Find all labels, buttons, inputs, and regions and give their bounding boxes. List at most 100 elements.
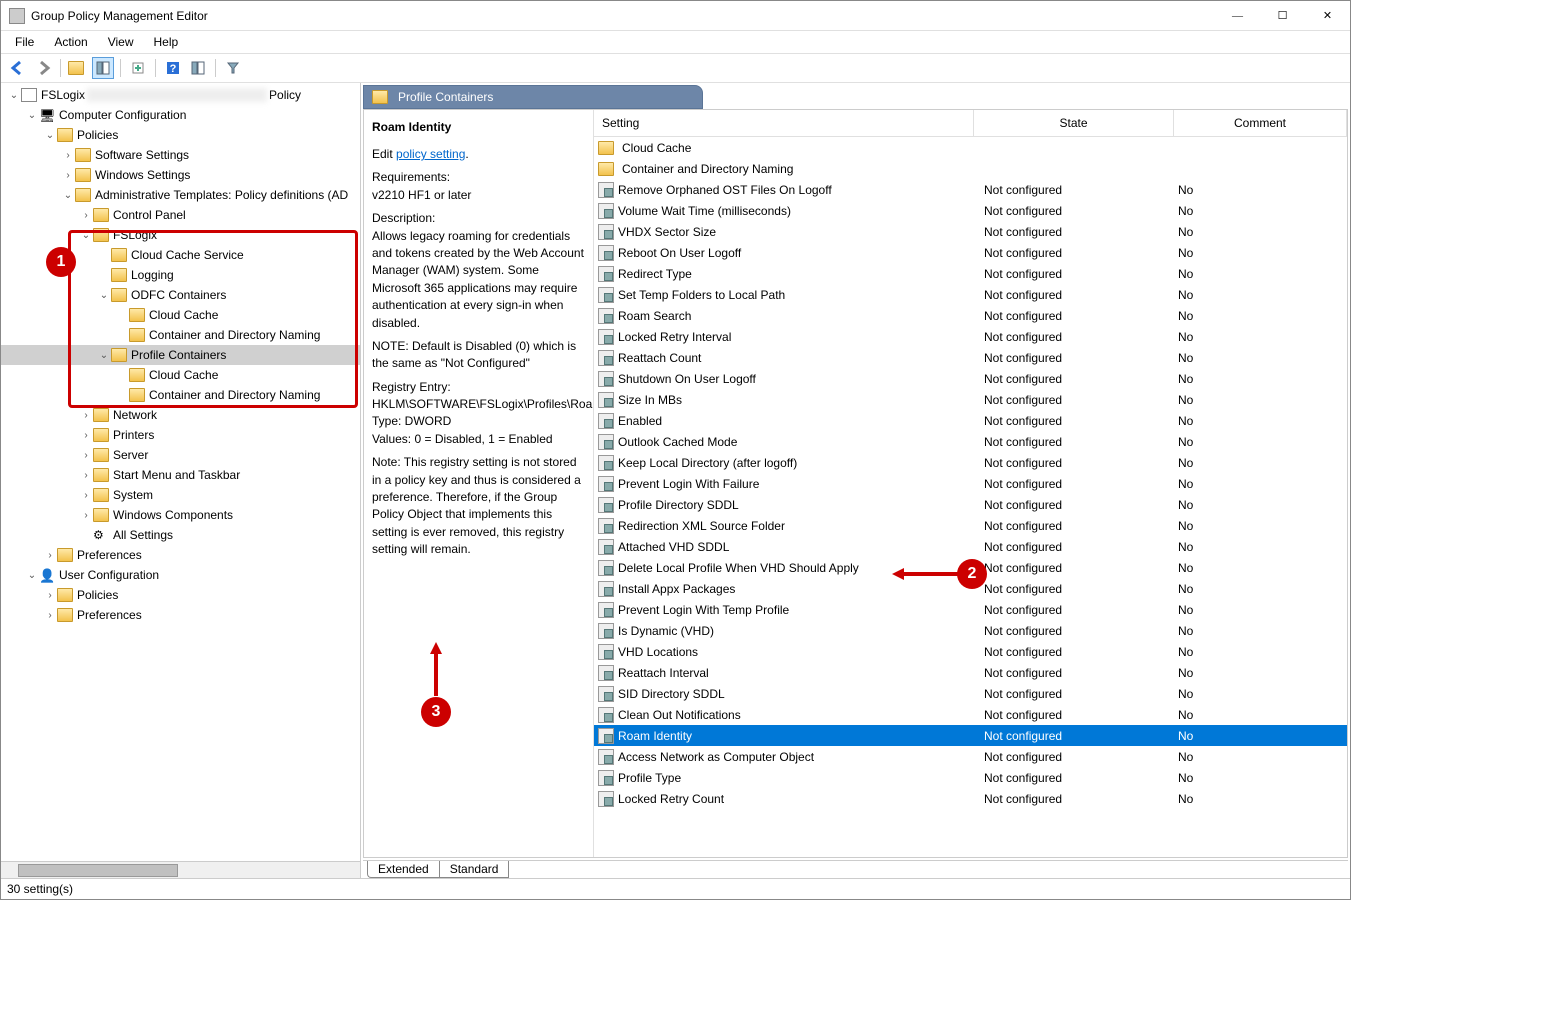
- tree-item[interactable]: ›Start Menu and Taskbar: [1, 465, 360, 485]
- tree-twisty[interactable]: ⌄: [97, 350, 111, 361]
- close-button[interactable]: ✕: [1305, 1, 1350, 31]
- tree-item[interactable]: ·Cloud Cache Service: [1, 245, 360, 265]
- list-row[interactable]: Redirection XML Source FolderNot configu…: [594, 515, 1347, 536]
- list-row[interactable]: Reattach CountNot configuredNo: [594, 347, 1347, 368]
- list-row[interactable]: Roam IdentityNot configuredNo: [594, 725, 1347, 746]
- tree-item[interactable]: ⌄ODFC Containers: [1, 285, 360, 305]
- tree-item[interactable]: ›Software Settings: [1, 145, 360, 165]
- tree-item[interactable]: ⌄Policies: [1, 125, 360, 145]
- tree-twisty[interactable]: ›: [79, 470, 93, 481]
- column-setting[interactable]: Setting: [594, 110, 974, 136]
- list-row[interactable]: Reattach IntervalNot configuredNo: [594, 662, 1347, 683]
- tree-twisty[interactable]: ⌄: [25, 110, 39, 121]
- tree-item[interactable]: ⌄Profile Containers: [1, 345, 360, 365]
- tab-extended[interactable]: Extended: [367, 861, 440, 878]
- list-row[interactable]: VHDX Sector SizeNot configuredNo: [594, 221, 1347, 242]
- tree-twisty[interactable]: ›: [79, 410, 93, 421]
- tree-item[interactable]: ›Preferences: [1, 605, 360, 625]
- filter-options-button[interactable]: [187, 57, 209, 79]
- tree-twisty[interactable]: ·: [97, 270, 111, 281]
- tree-twisty[interactable]: ·: [115, 330, 129, 341]
- tree-item[interactable]: ·Logging: [1, 265, 360, 285]
- tree-twisty[interactable]: ·: [115, 370, 129, 381]
- list-row[interactable]: SID Directory SDDLNot configuredNo: [594, 683, 1347, 704]
- list-row[interactable]: Cloud Cache: [594, 137, 1347, 158]
- tree-item[interactable]: ›Preferences: [1, 545, 360, 565]
- list-row[interactable]: Set Temp Folders to Local PathNot config…: [594, 284, 1347, 305]
- tree-item[interactable]: ›System: [1, 485, 360, 505]
- tree-twisty[interactable]: ⌄: [79, 230, 93, 241]
- list-row[interactable]: Remove Orphaned OST Files On LogoffNot c…: [594, 179, 1347, 200]
- up-button[interactable]: [67, 57, 89, 79]
- tree-item[interactable]: ›Windows Settings: [1, 165, 360, 185]
- list-row[interactable]: Install Appx PackagesNot configuredNo: [594, 578, 1347, 599]
- list-row[interactable]: EnabledNot configuredNo: [594, 410, 1347, 431]
- tree-item[interactable]: ⌄FSLogix: [1, 225, 360, 245]
- list-row[interactable]: Keep Local Directory (after logoff)Not c…: [594, 452, 1347, 473]
- tree-scrollbar[interactable]: [1, 861, 360, 878]
- list-row[interactable]: Access Network as Computer ObjectNot con…: [594, 746, 1347, 767]
- tree-pane[interactable]: ⌄FSLogixPolicy⌄Computer Configuration⌄Po…: [1, 83, 361, 878]
- tree-twisty[interactable]: ⌄: [43, 130, 57, 141]
- tree-twisty[interactable]: ›: [43, 590, 57, 601]
- column-comment[interactable]: Comment: [1174, 110, 1347, 136]
- menu-help[interactable]: Help: [146, 33, 187, 51]
- edit-policy-link[interactable]: policy setting: [396, 147, 465, 161]
- list-row[interactable]: Locked Retry CountNot configuredNo: [594, 788, 1347, 809]
- tree-item[interactable]: ›Windows Components: [1, 505, 360, 525]
- list-row[interactable]: Attached VHD SDDLNot configuredNo: [594, 536, 1347, 557]
- tree-item[interactable]: ·All Settings: [1, 525, 360, 545]
- titlebar[interactable]: Group Policy Management Editor — ☐ ✕: [1, 1, 1350, 31]
- tree-twisty[interactable]: ⌄: [7, 90, 21, 101]
- tree-item[interactable]: ⌄FSLogixPolicy: [1, 85, 360, 105]
- tree-twisty[interactable]: ›: [79, 430, 93, 441]
- tree-twisty[interactable]: ›: [79, 510, 93, 521]
- menu-action[interactable]: Action: [46, 33, 95, 51]
- tree-item[interactable]: ›Network: [1, 405, 360, 425]
- list-row[interactable]: Prevent Login With FailureNot configured…: [594, 473, 1347, 494]
- list-row[interactable]: Clean Out NotificationsNot configuredNo: [594, 704, 1347, 725]
- list-row[interactable]: Locked Retry IntervalNot configuredNo: [594, 326, 1347, 347]
- list-row[interactable]: Outlook Cached ModeNot configuredNo: [594, 431, 1347, 452]
- tree-item[interactable]: ›Printers: [1, 425, 360, 445]
- column-state[interactable]: State: [974, 110, 1174, 136]
- tree-item[interactable]: ·Container and Directory Naming: [1, 325, 360, 345]
- tree-item[interactable]: ⌄Computer Configuration: [1, 105, 360, 125]
- settings-list[interactable]: Cloud CacheContainer and Directory Namin…: [594, 137, 1347, 857]
- tree-twisty[interactable]: ›: [79, 450, 93, 461]
- tree-twisty[interactable]: ›: [79, 490, 93, 501]
- tree-twisty[interactable]: ›: [43, 610, 57, 621]
- tree-item[interactable]: ·Container and Directory Naming: [1, 385, 360, 405]
- list-row[interactable]: Reboot On User LogoffNot configuredNo: [594, 242, 1347, 263]
- list-row[interactable]: Size In MBsNot configuredNo: [594, 389, 1347, 410]
- tree-twisty[interactable]: ›: [79, 210, 93, 221]
- tree-item[interactable]: ·Cloud Cache: [1, 365, 360, 385]
- tree-twisty[interactable]: ⌄: [97, 290, 111, 301]
- tab-standard[interactable]: Standard: [439, 861, 510, 878]
- tree-twisty[interactable]: ·: [115, 390, 129, 401]
- list-row[interactable]: Volume Wait Time (milliseconds)Not confi…: [594, 200, 1347, 221]
- tree-twisty[interactable]: ⌄: [25, 570, 39, 581]
- tree-item[interactable]: ›Control Panel: [1, 205, 360, 225]
- tree-twisty[interactable]: ›: [43, 550, 57, 561]
- list-row[interactable]: Profile Directory SDDLNot configuredNo: [594, 494, 1347, 515]
- list-row[interactable]: Shutdown On User LogoffNot configuredNo: [594, 368, 1347, 389]
- tree-twisty[interactable]: ⌄: [61, 190, 75, 201]
- menu-view[interactable]: View: [100, 33, 142, 51]
- filter-button[interactable]: [222, 57, 244, 79]
- list-row[interactable]: Redirect TypeNot configuredNo: [594, 263, 1347, 284]
- list-row[interactable]: Container and Directory Naming: [594, 158, 1347, 179]
- tree-twisty[interactable]: ·: [97, 250, 111, 261]
- list-row[interactable]: Is Dynamic (VHD)Not configuredNo: [594, 620, 1347, 641]
- menu-file[interactable]: File: [7, 33, 42, 51]
- list-row[interactable]: Profile TypeNot configuredNo: [594, 767, 1347, 788]
- tree-item[interactable]: ›Policies: [1, 585, 360, 605]
- tree-item[interactable]: ›Server: [1, 445, 360, 465]
- tree-twisty[interactable]: ·: [79, 530, 93, 541]
- export-button[interactable]: [127, 57, 149, 79]
- tree-item[interactable]: ⌄User Configuration: [1, 565, 360, 585]
- maximize-button[interactable]: ☐: [1260, 1, 1305, 31]
- minimize-button[interactable]: —: [1215, 1, 1260, 31]
- tree-item[interactable]: ⌄Administrative Templates: Policy defini…: [1, 185, 360, 205]
- list-row[interactable]: Roam SearchNot configuredNo: [594, 305, 1347, 326]
